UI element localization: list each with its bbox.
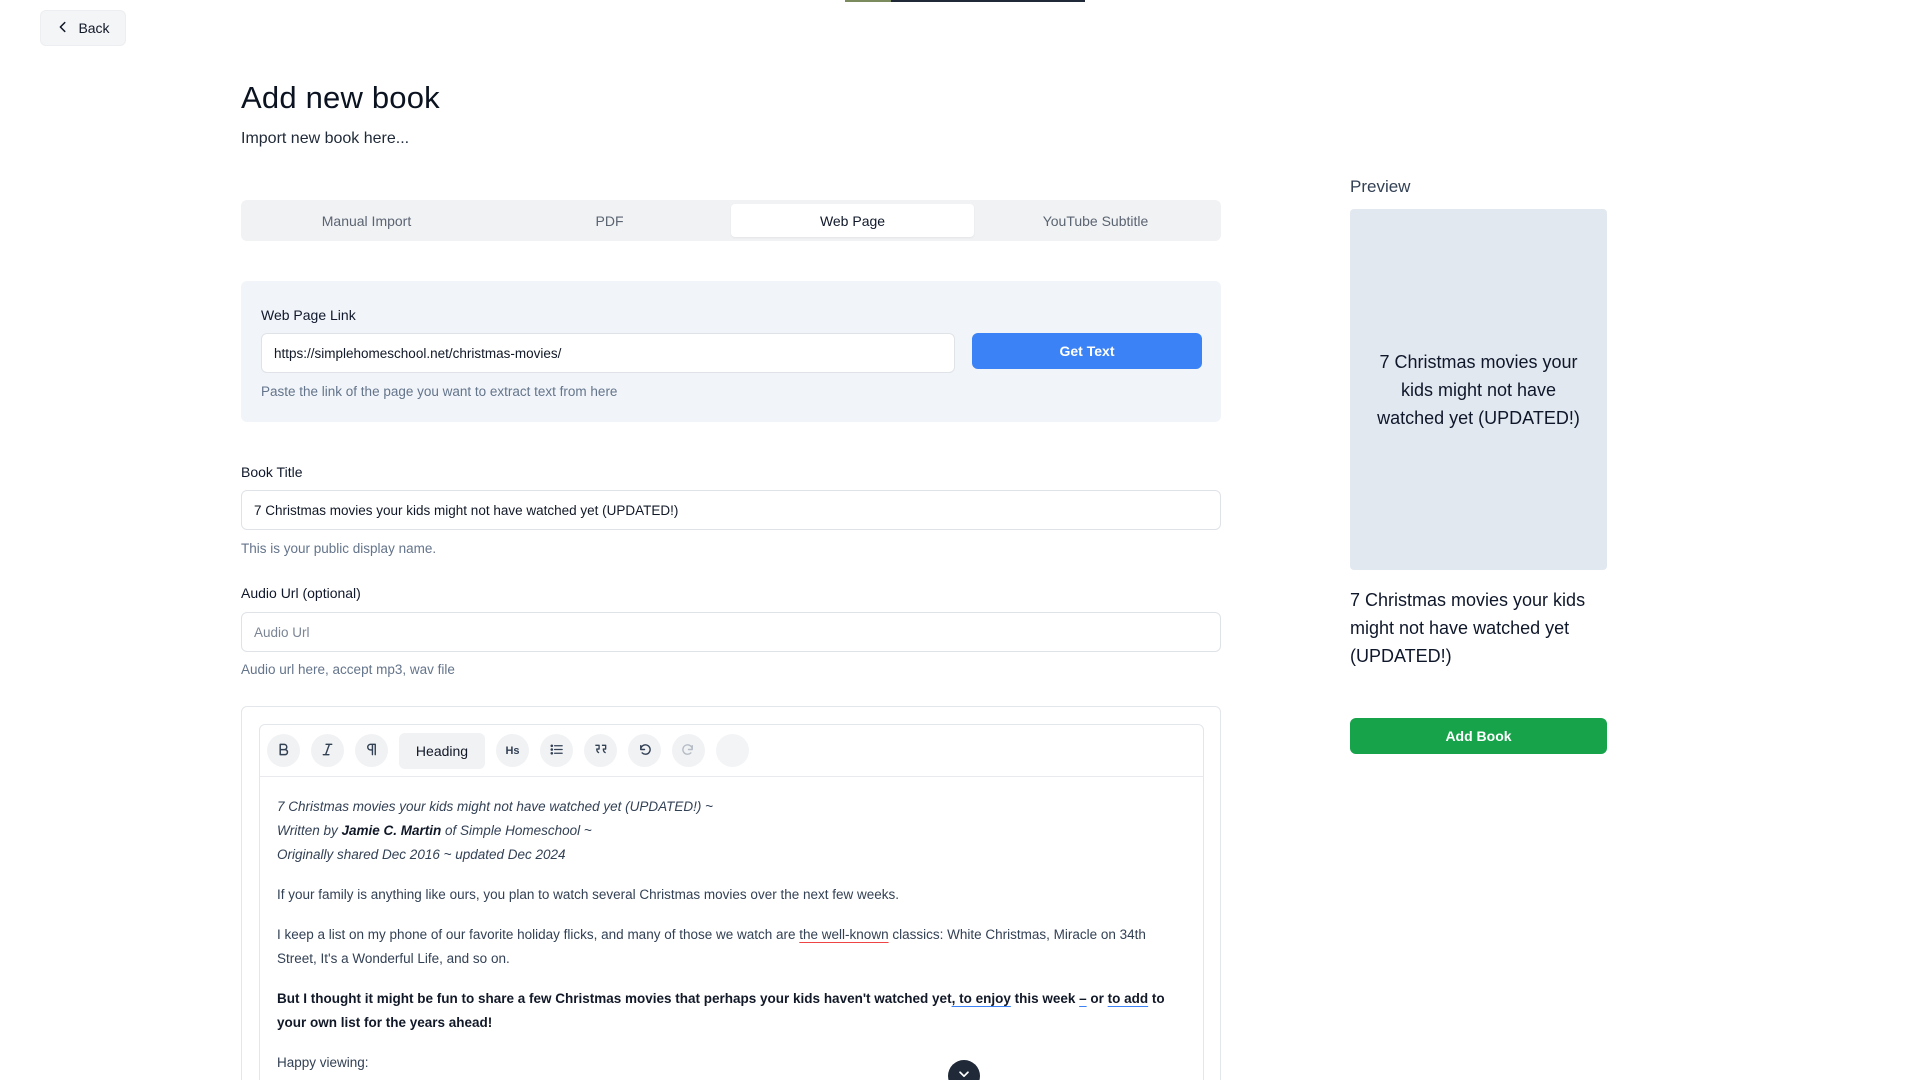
paragraph-3-text-c: this week [1010,991,1080,1006]
paragraph-2: I keep a list on my phone of our favorit… [277,923,1187,971]
tab-pdf[interactable]: PDF [488,204,731,237]
heading-button[interactable]: Heading [399,732,485,769]
quote-button[interactable] [584,734,617,767]
bullet-list-icon [549,742,564,760]
redo-icon [681,742,696,760]
grammar-flag-2: – [1079,991,1087,1006]
editor-frame: Heading Hs 7 Christmas movies your kids … [259,724,1204,1080]
chevron-down-icon [957,1067,971,1080]
book-title-label: Book Title [241,464,303,480]
web-link-input[interactable]: https://simplehomeschool.net/christmas-m… [261,333,955,373]
bold-button[interactable] [267,734,300,767]
web-link-card: Web Page Link https://simplehomeschool.n… [241,281,1221,422]
paragraph-3-text-e: or [1086,991,1108,1006]
paragraph-1: If your family is anything like ours, yo… [277,887,900,902]
subheading-button[interactable]: Hs [496,734,529,767]
page-subtitle: Import new book here... [241,130,410,147]
get-text-button[interactable]: Get Text [972,333,1202,369]
quote-icon [593,742,608,760]
tab-manual-import[interactable]: Manual Import [245,204,488,237]
audio-url-input[interactable]: Audio Url [241,612,1221,652]
editor-toolbar: Heading Hs [260,725,1203,777]
preview-label: Preview [1350,177,1411,196]
book-title-input[interactable]: 7 Christmas movies your kids might not h… [241,490,1221,530]
audio-url-help: Audio url here, accept mp3, wav file [241,662,455,677]
back-button[interactable]: Back [40,10,126,46]
meta-author-name: Jamie C. Martin [341,823,442,838]
paragraph-2-text-a: I keep a list on my phone of our favorit… [277,927,800,942]
spellcheck-flag: the well-known [799,927,889,942]
page-title: Add new book [241,80,440,115]
meta-author-line: Written by Jamie C. Martin of Simple Hom… [277,819,1187,843]
redo-button[interactable] [672,734,705,767]
paragraph-button[interactable] [355,734,388,767]
meta-title-line: 7 Christmas movies your kids might not h… [277,799,714,814]
web-link-label: Web Page Link [261,307,356,323]
back-label: Back [78,20,110,36]
content-editor: Heading Hs 7 Christmas movies your kids … [241,706,1221,1080]
preview-book-title: 7 Christmas movies your kids might not h… [1350,590,1586,666]
tab-web-page[interactable]: Web Page [731,204,974,237]
paragraph-3: But I thought it might be fun to share a… [277,987,1187,1035]
cover-title: 7 Christmas movies your kids might not h… [1377,351,1580,428]
book-title-help: This is your public display name. [241,541,437,556]
article-meta: 7 Christmas movies your kids might not h… [277,795,1187,867]
meta-date-line: Originally shared Dec 2016 ~ updated Dec… [277,847,566,862]
meta-author-prefix: Written by [277,823,342,838]
italic-button[interactable] [311,734,344,767]
editor-content[interactable]: 7 Christmas movies your kids might not h… [277,795,1187,1080]
chevron-left-icon [56,20,70,37]
bullet-list-button[interactable] [540,734,573,767]
audio-url-label: Audio Url (optional) [241,585,361,601]
book-cover-preview: 7 Christmas movies your kids might not h… [1350,209,1607,570]
paragraph-4: Happy viewing: [277,1055,369,1070]
undo-icon [637,742,652,760]
web-link-help: Paste the link of the page you want to e… [261,384,618,399]
import-tabs: Manual Import PDF Web Page YouTube Subti… [241,200,1221,241]
tab-youtube-subtitle[interactable]: YouTube Subtitle [974,204,1217,237]
extra-toolbar-button[interactable] [716,734,749,767]
grammar-flag-1: , to enjoy [951,991,1011,1006]
add-book-button[interactable]: Add Book [1350,718,1607,754]
bold-icon [276,742,291,760]
paragraph-icon [364,742,379,760]
meta-author-suffix: of Simple Homeschool ~ [441,823,592,838]
grammar-flag-3: to add [1107,991,1149,1006]
paragraph-3-text-a: But I thought it might be fun to share a… [277,991,952,1006]
top-progress-strip [845,0,1085,2]
undo-button[interactable] [628,734,661,767]
italic-icon [320,742,335,760]
